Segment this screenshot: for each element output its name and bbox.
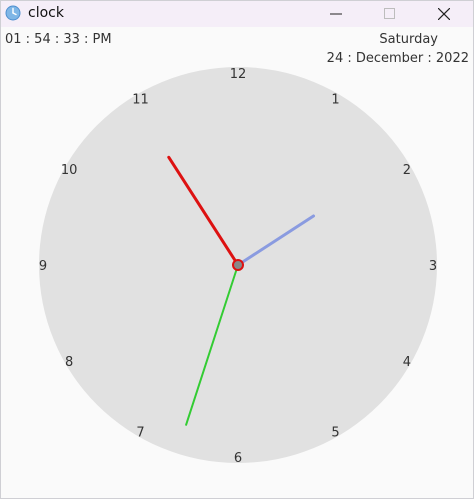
clock-numeral-2: 2 xyxy=(403,163,411,178)
clock-numeral-4: 4 xyxy=(403,355,411,370)
clock-numeral-7: 7 xyxy=(136,425,144,440)
clock-numeral-6: 6 xyxy=(234,451,242,466)
clock-numeral-10: 10 xyxy=(61,163,78,178)
clock-numeral-5: 5 xyxy=(331,425,339,440)
app-window: clock 01 : 54 : 33 : PM Saturday 24 : De… xyxy=(0,0,474,499)
clock-numeral-1: 1 xyxy=(331,93,339,108)
clock-numeral-8: 8 xyxy=(65,355,73,370)
clock-numeral-12: 12 xyxy=(230,67,247,82)
center-pin xyxy=(232,259,244,271)
analog-clock: 121234567891011 xyxy=(39,67,437,466)
clock-numeral-3: 3 xyxy=(429,259,437,274)
clock-numeral-9: 9 xyxy=(39,259,47,274)
clock-numeral-11: 11 xyxy=(132,93,149,108)
